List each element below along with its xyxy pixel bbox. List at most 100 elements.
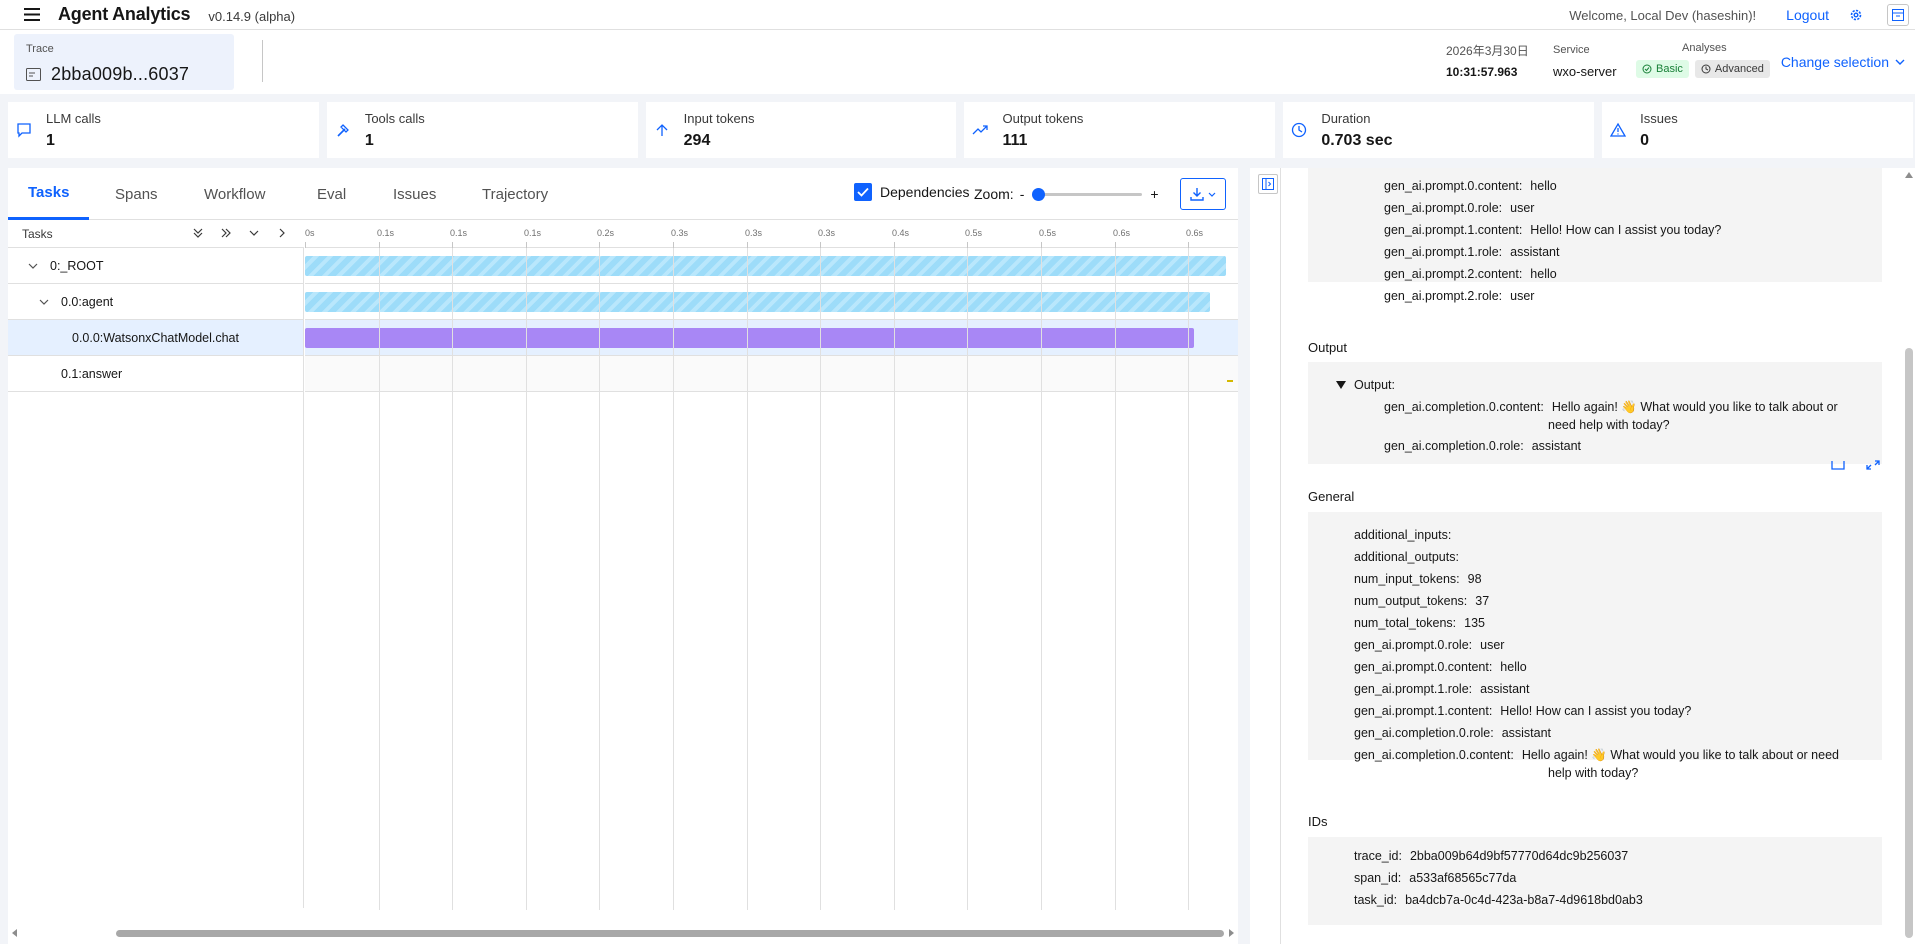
hamburger-menu-icon[interactable] (22, 5, 42, 25)
tab-spans[interactable]: Spans (115, 168, 158, 220)
app-name: Agent Analytics (58, 4, 191, 24)
analyses-label: Analyses (1682, 42, 1727, 54)
tree-row-root[interactable]: 0:_ROOT (8, 248, 303, 284)
gantt-row (305, 320, 1238, 356)
warning-icon (1610, 122, 1627, 138)
chat-icon (16, 122, 32, 138)
output-toggle[interactable]: Output: (1336, 378, 1395, 392)
panel-toggle-icon[interactable] (1887, 4, 1909, 26)
gridline (379, 248, 380, 910)
tab-eval[interactable]: Eval (317, 168, 346, 220)
dependencies-toggle[interactable]: Dependencies (854, 183, 970, 201)
horizontal-scrollbar[interactable] (8, 926, 1238, 940)
kv-row: gen_ai.prompt.2.role: user (1384, 287, 1534, 305)
axis-tick-label: 0.3s (745, 228, 763, 238)
bar-chat[interactable] (305, 328, 1194, 348)
tree-header: Tasks (8, 220, 304, 248)
clock-icon (1291, 122, 1307, 138)
zoom-label: Zoom: (974, 186, 1014, 202)
change-selection-link[interactable]: Change selection (1781, 54, 1905, 70)
download-button[interactable] (1180, 178, 1226, 210)
timeline-pane: Tasks Spans Workflow Eval Issues Traject… (8, 168, 1238, 944)
tab-trajectory[interactable]: Trajectory (482, 168, 548, 220)
vertical-scrollbar[interactable] (1905, 348, 1913, 938)
double-chevron-right-icon[interactable] (218, 225, 234, 241)
gridline (1041, 248, 1042, 910)
tree-row-label: 0.1:answer (61, 367, 123, 381)
zoom-minus[interactable]: - (1020, 186, 1025, 202)
scroll-right-icon[interactable] (1228, 929, 1234, 937)
axis-tick-label: 0.2s (597, 228, 615, 238)
gridline (894, 248, 895, 910)
bar-answer[interactable] (1227, 380, 1233, 382)
basic-badge[interactable]: Basic (1636, 60, 1689, 78)
kv-row: help with today? (1548, 764, 1638, 782)
kv-key: gen_ai.prompt.1.content: (1384, 223, 1523, 237)
zoom-control: Zoom: - + (974, 185, 1159, 203)
kv-row: gen_ai.prompt.2.content: hello (1384, 265, 1557, 283)
gear-icon[interactable] (1849, 8, 1863, 22)
trend-up-icon (972, 122, 989, 138)
expand-all-icon[interactable] (190, 225, 206, 241)
kv-row: gen_ai.prompt.1.role: assistant (1354, 680, 1529, 698)
tree-row-chat[interactable]: 0.0.0:WatsonxChatModel.chat (8, 320, 303, 356)
hammer-icon (335, 122, 351, 138)
gridline (1115, 248, 1116, 910)
tab-issues[interactable]: Issues (393, 168, 436, 220)
kv-value: user (1510, 289, 1535, 303)
kv-value: 98 (1467, 572, 1482, 586)
kv-row: task_id: ba4dcb7a-0c4d-423a-b8a7-4d9618bd… (1354, 891, 1643, 909)
scroll-left-icon[interactable] (12, 929, 18, 937)
trace-id: 2bba009b...6037 (51, 64, 190, 84)
logout-link[interactable]: Logout (1786, 7, 1829, 23)
chevron-down-icon[interactable] (28, 259, 38, 269)
tree-row-label: 0.0:agent (61, 295, 114, 309)
zoom-slider[interactable] (1032, 185, 1143, 203)
general-title: General (1308, 489, 1355, 504)
ids-title: IDs (1308, 814, 1328, 829)
trace-date: 2026年3月30日 (1446, 44, 1529, 58)
tree-row-answer[interactable]: 0.1:answer (8, 356, 303, 392)
zoom-slider-thumb[interactable] (1032, 188, 1046, 201)
tree-row-label: 0.0.0:WatsonxChatModel.chat (72, 331, 239, 345)
zoom-plus[interactable]: + (1150, 186, 1158, 202)
kv-value: Hello again! 👋 What would you like to ta… (1551, 400, 1838, 414)
general-section: additional_inputs: additional_outputs: num… (1308, 512, 1882, 780)
chevron-right-icon[interactable] (274, 225, 290, 241)
copy-icon[interactable] (1830, 460, 1846, 470)
tab-workflow[interactable]: Workflow (204, 168, 265, 220)
collapse-panel-icon[interactable] (1258, 174, 1278, 194)
metric-label: Input tokens (683, 111, 755, 126)
service-value: wxo-server (1553, 64, 1617, 79)
kv-value: hello (1500, 660, 1527, 674)
horizontal-scroll-thumb[interactable] (116, 930, 1224, 937)
tab-tasks[interactable]: Tasks (8, 168, 90, 220)
kv-row: gen_ai.completion.0.role: assistant (1384, 437, 1581, 455)
kv-row: num_input_tokens: 98 (1354, 570, 1482, 588)
arrow-up-icon (654, 122, 670, 138)
chevron-down-icon[interactable] (246, 225, 262, 241)
expand-icon[interactable] (1866, 460, 1880, 470)
chevron-down-icon[interactable] (39, 295, 49, 305)
metric-label: Tools calls (364, 111, 425, 126)
bar-agent[interactable] (305, 292, 1210, 312)
metric-label: Issues (1640, 111, 1678, 126)
metric-issues: Issues 0 (1602, 102, 1913, 158)
kv-row: additional_outputs: (1354, 548, 1467, 566)
kv-row: gen_ai.completion.0.content: Hello again!… (1354, 746, 1839, 764)
gantt-row (305, 284, 1238, 320)
kv-value: help with today? (1548, 766, 1639, 780)
kv-row: trace_id: 2bba009b64d9bf57770d64dc9b25603… (1354, 847, 1628, 865)
dependencies-checkbox[interactable] (854, 183, 872, 201)
kv-row: gen_ai.prompt.0.content: hello (1384, 177, 1557, 195)
dependencies-label: Dependencies (880, 184, 970, 200)
kv-row: gen_ai.prompt.1.content: Hello! How can I… (1384, 221, 1721, 239)
bar-root[interactable] (305, 256, 1226, 276)
advanced-badge[interactable]: Advanced (1694, 60, 1770, 78)
kv-row: span_id: a533af68565c77da (1354, 869, 1516, 887)
tree-row-agent[interactable]: 0.0:agent (8, 284, 303, 320)
kv-key: gen_ai.prompt.0.role: (1354, 638, 1473, 652)
detail-pane: gen_ai.prompt.0.content: hello gen_ai.prom… (1250, 168, 1915, 944)
scroll-up-icon[interactable] (1905, 172, 1913, 178)
kv-key: gen_ai.prompt.0.role: (1384, 201, 1503, 215)
